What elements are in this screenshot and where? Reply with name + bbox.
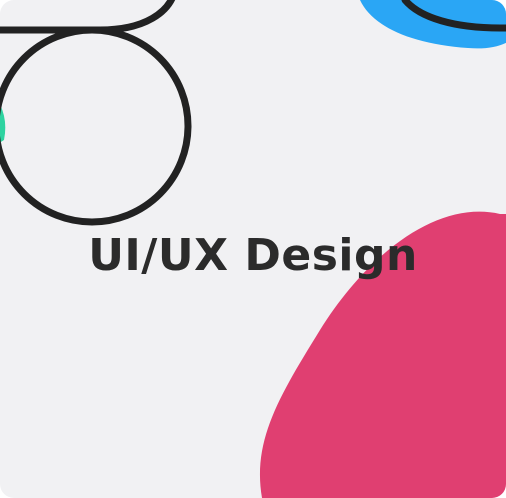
card-title: UI/UX Design (88, 230, 418, 281)
ring-outline-shape (0, 26, 192, 226)
course-card[interactable]: UI/UX Design (0, 0, 506, 498)
loop-outline-shape (0, 0, 175, 34)
